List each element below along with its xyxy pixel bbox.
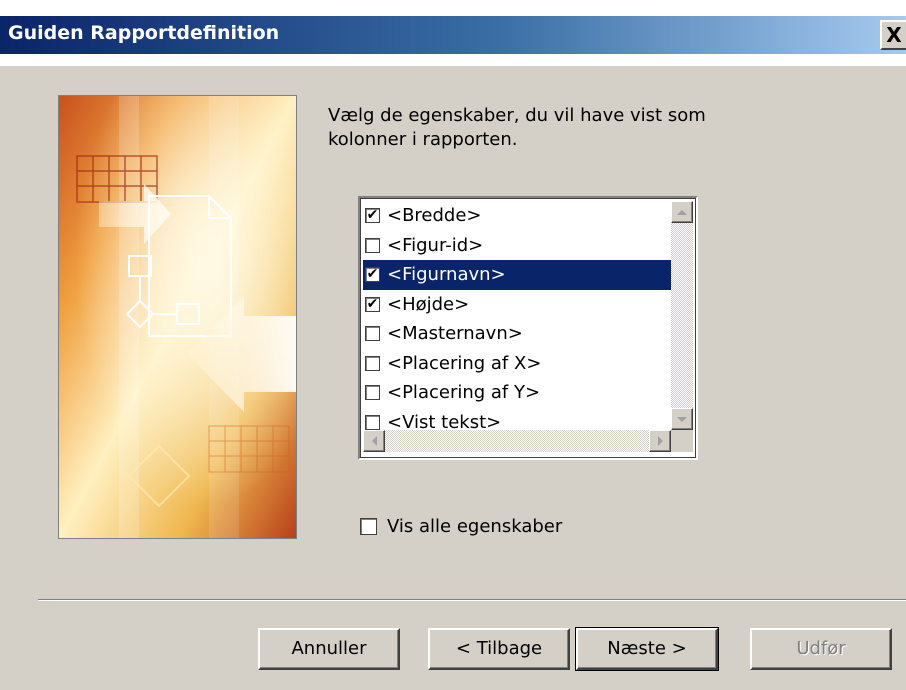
arrow-right-icon [657,436,663,446]
list-item-label: <Masternavn> [387,323,523,345]
show-all-checkbox[interactable] [360,518,377,535]
scroll-right-button[interactable] [649,430,671,452]
finish-button: Udfør [750,628,892,670]
list-item[interactable]: <Placering af X> [363,349,671,379]
item-checkbox[interactable]: ✔ [365,207,380,224]
checkmark-icon: ✔ [366,207,379,224]
title-bar: Guiden Rapportdefinition X [0,0,906,66]
properties-list: ✔ <Bredde> <Figur-id> ✔ <Figurnavn> ✔ <Højde> <… [363,201,671,437]
list-item[interactable]: ✔ <Figurnavn> [363,260,671,290]
report-wizard-illustration-icon [59,96,296,538]
list-item-label: <Højde> [387,293,470,315]
scroll-up-button[interactable] [671,201,693,223]
show-all-properties[interactable]: Vis alle egenskaber [358,516,562,537]
list-item-label: <Figur-id> [387,234,484,256]
button-separator [38,599,906,601]
item-checkbox[interactable]: ✔ [365,295,380,312]
window-title: Guiden Rapportdefinition [8,22,280,44]
list-item[interactable]: <Figur-id> [363,231,671,261]
list-item[interactable]: <Masternavn> [363,319,671,349]
scrollbar-corner [671,430,693,452]
list-item[interactable]: ✔ <Højde> [363,290,671,320]
back-button[interactable]: < Tilbage [428,628,570,670]
properties-listbox[interactable]: ✔ <Bredde> <Figur-id> ✔ <Figurnavn> ✔ <Højde> <… [358,196,698,460]
list-item[interactable]: <Placering af Y> [363,378,671,408]
close-button[interactable]: X [880,20,906,50]
item-checkbox[interactable]: ✔ [365,266,380,283]
horizontal-scrollbar[interactable] [363,430,671,452]
scroll-left-button[interactable] [363,430,385,452]
checkmark-icon: ✔ [366,295,379,312]
instruction-text: Vælg de egenskaber, du vil have vist som… [328,105,706,150]
list-item-label: <Placering af X> [387,352,542,374]
list-item[interactable]: ✔ <Bredde> [363,201,671,231]
arrow-down-icon [677,416,687,422]
item-checkbox[interactable] [365,385,380,401]
wizard-illustration [58,95,297,539]
show-all-label: Vis alle egenskaber [387,516,563,537]
list-item-label: <Figurnavn> [387,264,506,286]
item-checkbox[interactable] [365,326,380,342]
arrow-left-icon [371,436,377,446]
item-checkbox[interactable] [365,237,380,253]
list-item-label: <Bredde> [387,205,482,227]
arrow-up-icon [677,209,687,215]
vertical-scrollbar[interactable] [671,201,693,430]
next-button[interactable]: Næste > [575,627,719,671]
item-checkbox[interactable] [365,414,380,430]
cancel-button[interactable]: Annuller [258,628,400,670]
list-item-label: <Placering af Y> [387,382,541,404]
item-checkbox[interactable] [365,355,380,371]
checkmark-icon: ✔ [366,266,379,283]
scroll-down-button[interactable] [671,408,693,430]
